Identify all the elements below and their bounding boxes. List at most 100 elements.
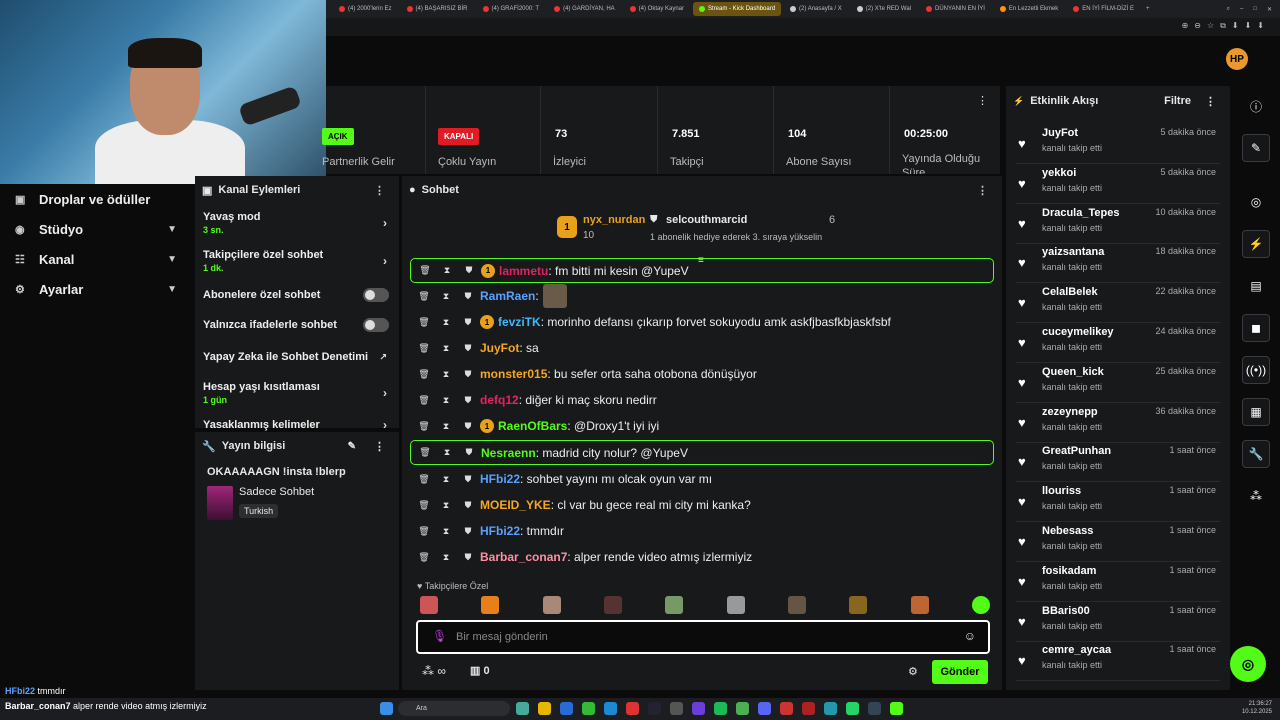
activity-item[interactable]: ♥ BBaris00 kanalı takip etti 1 saat önce xyxy=(1016,602,1220,642)
taskbar-app-icon[interactable] xyxy=(846,702,859,715)
chat-username[interactable]: fevziTK xyxy=(498,315,541,329)
trash-icon[interactable]: 🗑 xyxy=(416,317,432,328)
trash-icon[interactable]: 🗑 xyxy=(416,526,432,537)
trash-icon[interactable]: 🗑 xyxy=(416,552,432,563)
taskbar-app-icon[interactable] xyxy=(714,702,727,715)
chat-username[interactable]: MOEID_YKE xyxy=(480,498,551,512)
more-options-icon[interactable]: ⋮ xyxy=(977,184,988,197)
channel-logo[interactable]: HP xyxy=(1226,48,1248,70)
activity-item[interactable]: ♥ cuceymelikey kanalı takip etti 24 dakika … xyxy=(1016,323,1220,363)
broadcast-icon[interactable]: ◎ xyxy=(1242,188,1270,216)
subs-only-toggle[interactable] xyxy=(363,288,389,302)
microphone-icon[interactable]: 🎙 xyxy=(432,629,447,643)
minimize-icon[interactable]: – xyxy=(1240,6,1243,13)
browser-tab[interactable]: (2) Anasayfa / X xyxy=(784,2,848,16)
taskbar-app-icon[interactable] xyxy=(802,702,815,715)
emote-icon[interactable] xyxy=(971,596,990,614)
edit-icon[interactable]: ✎ xyxy=(1242,134,1270,162)
chat-username[interactable]: JuyFot xyxy=(480,341,519,355)
maximize-icon[interactable]: □ xyxy=(1253,6,1257,13)
emote-icon[interactable] xyxy=(787,596,806,614)
taskbar-app-icon[interactable] xyxy=(560,702,573,715)
taskbar-app-icon[interactable] xyxy=(604,702,617,715)
chat-username[interactable]: RaenOfBars xyxy=(498,419,567,433)
taskbar-app-icon[interactable] xyxy=(648,702,661,715)
activity-item[interactable]: ♥ zezeynepp kanalı takip etti 36 dakika önc… xyxy=(1016,403,1220,443)
emoji-icon[interactable]: ☺ xyxy=(964,629,976,643)
trash-icon[interactable]: 🗑 xyxy=(416,291,432,302)
timeout-icon[interactable]: ⧗ xyxy=(438,552,454,563)
trash-icon[interactable]: 🗑 xyxy=(416,395,432,406)
shield-icon[interactable]: ⛊ xyxy=(460,421,476,432)
activity-username[interactable]: zezeynepp xyxy=(1042,406,1098,418)
more-options-icon[interactable]: ⋮ xyxy=(374,184,385,197)
sidebar-item-studio[interactable]: ◉ Stüdyo ▼ xyxy=(0,214,195,244)
activity-item[interactable]: ♥ cemre_aycaa kanalı takip etti 1 saat önce xyxy=(1016,641,1220,682)
filter-button[interactable]: Filtre xyxy=(1164,95,1191,107)
timeout-icon[interactable]: ⧗ xyxy=(439,265,455,276)
browser-tab[interactable]: En Lezzetli Ekmek xyxy=(994,2,1064,16)
leaderboard-user[interactable]: selcouthmarcid xyxy=(666,214,747,226)
status-badge[interactable]: KAPALI xyxy=(438,128,480,145)
wrench-icon[interactable]: 🔧 xyxy=(1242,440,1270,468)
browser-tab-active[interactable]: Stream - Kick Dashboard xyxy=(693,2,782,16)
timeout-icon[interactable]: ⧗ xyxy=(438,291,454,302)
emote-icon[interactable] xyxy=(726,596,745,614)
chat-username[interactable]: RamRaen xyxy=(480,289,535,303)
close-icon[interactable]: ✕ xyxy=(1267,6,1272,13)
channel-points-icon[interactable]: ⁂ ∞ xyxy=(422,664,446,678)
leaderboard-user[interactable]: nyx_nurdan xyxy=(583,214,645,226)
shield-icon[interactable]: ⛊ xyxy=(460,317,476,328)
signal-icon[interactable]: ((•)) xyxy=(1242,356,1270,384)
activity-username[interactable]: GreatPunhan xyxy=(1042,445,1111,457)
gift-points[interactable]: ▥ 0 xyxy=(470,664,490,677)
sidebar-item-drops[interactable]: ▣ Droplar ve ödüller xyxy=(0,184,195,214)
activity-item[interactable]: ♥ yekkoi kanalı takip etti 5 dakika önce xyxy=(1016,164,1220,204)
browser-tab[interactable]: (2) X'te RED Wal xyxy=(851,2,917,16)
ai-moderation-setting[interactable]: Yapay Zeka ile Sohbet Denetimi ↗ xyxy=(195,340,399,374)
new-tab-icon[interactable]: + xyxy=(1146,6,1150,12)
info-icon[interactable]: ⓘ xyxy=(1242,92,1270,120)
emote-icon[interactable] xyxy=(665,596,684,614)
chat-input[interactable]: 🎙 Bir mesaj gönderin ☺ xyxy=(416,620,990,654)
taskbar-search[interactable]: Ara xyxy=(398,701,510,716)
taskbar-app-icon[interactable] xyxy=(868,702,881,715)
activity-username[interactable]: fosikadam xyxy=(1042,565,1096,577)
browser-tab[interactable]: EN İYİ FİLM-DİZİ E xyxy=(1067,2,1140,16)
shield-icon[interactable]: ⛊ xyxy=(460,474,476,485)
shield-icon[interactable]: ⛊ xyxy=(460,369,476,380)
trash-icon[interactable]: 🗑 xyxy=(416,500,432,511)
timeout-icon[interactable]: ⧗ xyxy=(438,474,454,485)
taskbar-app-icon[interactable] xyxy=(538,702,551,715)
search-icon[interactable]: ⌕ xyxy=(1227,6,1230,13)
timeout-icon[interactable]: ⧗ xyxy=(438,395,454,406)
taskbar-app-icon[interactable] xyxy=(516,702,529,715)
account-age-setting[interactable]: Hesap yaşı kısıtlaması 1 gün › xyxy=(195,374,399,412)
trash-icon[interactable]: 🗑 xyxy=(417,265,433,276)
browser-tab[interactable]: DÜNYANIN EN İYİ xyxy=(920,2,991,16)
shield-icon[interactable]: ⛊ xyxy=(460,343,476,354)
sidebar-item-settings[interactable]: ⚙ Ayarlar ▼ xyxy=(0,274,195,304)
chat-bubble-icon[interactable]: ◼ xyxy=(1242,314,1270,342)
shield-icon[interactable]: ⛊ xyxy=(460,552,476,563)
taskbar-app-icon[interactable] xyxy=(890,702,903,715)
chat-username[interactable]: defq12 xyxy=(480,393,519,407)
activity-item[interactable]: ♥ llouriss kanalı takip etti 1 saat önce xyxy=(1016,482,1220,523)
send-button[interactable]: Gönder xyxy=(932,660,988,684)
toolbar-icons[interactable]: ⊕⊖☆⧉⬇⬇⬇ xyxy=(1182,21,1270,31)
timeout-icon[interactable]: ⧗ xyxy=(438,500,454,511)
timeout-icon[interactable]: ⧗ xyxy=(438,369,454,380)
browser-tab[interactable]: (4) GRAFİ2000: T xyxy=(477,2,546,16)
shield-icon[interactable]: ⛊ xyxy=(461,447,477,458)
emotes-only-toggle[interactable] xyxy=(363,318,389,332)
activity-username[interactable]: cemre_aycaa xyxy=(1042,644,1111,656)
slow-mode-setting[interactable]: Yavaş mod 3 sn. › xyxy=(195,204,399,242)
taskbar-app-icon[interactable] xyxy=(692,702,705,715)
activity-username[interactable]: BBaris00 xyxy=(1042,605,1090,617)
trash-icon[interactable]: 🗑 xyxy=(416,421,432,432)
shield-icon[interactable]: ⛊ xyxy=(460,395,476,406)
taskbar-app-icon[interactable] xyxy=(824,702,837,715)
activity-username[interactable]: CelalBelek xyxy=(1042,286,1098,298)
followers-only-setting[interactable]: Takipçilere özel sohbet 1 dk. › xyxy=(195,242,399,280)
activity-item[interactable]: ♥ Queen_kick kanalı takip etti 25 dakika ön… xyxy=(1016,363,1220,403)
